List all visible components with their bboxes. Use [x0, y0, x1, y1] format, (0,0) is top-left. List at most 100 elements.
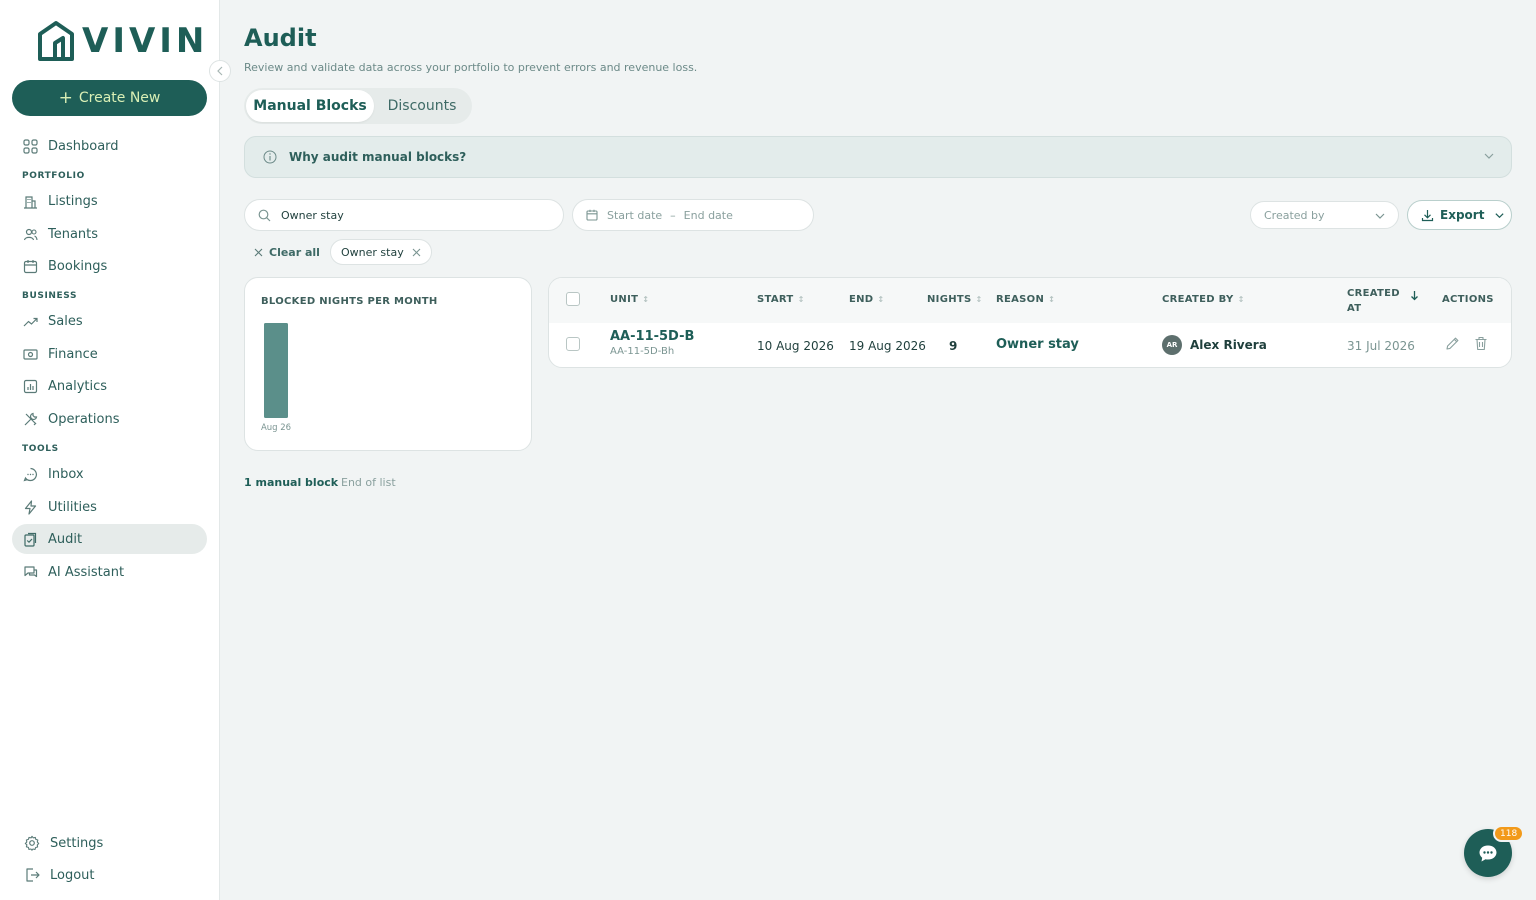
chart-tick-label: Aug 26 [261, 423, 291, 433]
column-end-label: END [849, 294, 874, 305]
sort-icon: ↕ [1048, 295, 1056, 304]
column-unit-label: UNIT [610, 294, 639, 305]
sidebar-item-analytics[interactable]: Analytics [12, 371, 207, 401]
sidebar-item-settings[interactable]: Settings [14, 828, 209, 858]
start-date-placeholder: Start date [607, 208, 663, 222]
sidebar-item-label: Utilities [48, 499, 97, 515]
created-by-placeholder: Created by [1264, 208, 1325, 222]
sort-icon: ↕ [797, 295, 805, 304]
sidebar-item-sales[interactable]: Sales [12, 306, 207, 336]
column-reason[interactable]: REASON ↕ [996, 294, 1055, 305]
trending-up-icon [22, 313, 38, 329]
house-logo-icon [38, 21, 74, 61]
section-business: BUSINESS [22, 291, 78, 301]
sidebar-item-label: Operations [48, 411, 120, 427]
logo[interactable]: VIVIN [36, 20, 208, 62]
column-nights-label: NIGHTS [927, 294, 972, 305]
logout-icon [24, 867, 40, 883]
created-by-select[interactable]: Created by [1250, 201, 1399, 229]
sidebar-item-inbox[interactable]: Inbox [12, 459, 207, 489]
reason-cell: Owner stay [996, 337, 1079, 352]
end-date-cell: 19 Aug 2026 [849, 339, 926, 353]
avatar: AR [1162, 335, 1182, 355]
date-range-picker[interactable]: Start date – End date [572, 199, 814, 231]
tab-discounts[interactable]: Discounts [374, 90, 470, 122]
sidebar-item-finance[interactable]: Finance [12, 339, 207, 369]
chart-bar[interactable] [264, 323, 288, 418]
sidebar-item-label: Bookings [48, 258, 108, 274]
unit-name[interactable]: AA-11-5D-B [610, 329, 694, 344]
export-button[interactable]: Export [1407, 200, 1512, 230]
column-nights[interactable]: NIGHTS ↕ [927, 294, 983, 305]
sort-icon: ↕ [1237, 295, 1245, 304]
row-checkbox[interactable] [566, 337, 580, 351]
sidebar-item-dashboard[interactable]: Dashboard [12, 131, 207, 161]
sidebar-item-label: Sales [48, 313, 83, 329]
sidebar-item-label: Listings [48, 193, 98, 209]
date-separator: – [670, 208, 676, 222]
sidebar: VIVIN + Create New Dashboard PORTFOLIO L… [0, 0, 220, 900]
create-new-button[interactable]: + Create New [12, 80, 207, 116]
column-actions: ACTIONS [1442, 294, 1494, 305]
column-start[interactable]: START ↕ [757, 294, 805, 305]
sidebar-item-label: Dashboard [48, 138, 119, 154]
sort-icon: ↕ [642, 295, 650, 304]
chat-bubble-icon [1479, 845, 1497, 861]
collapse-sidebar-button[interactable] [209, 60, 231, 82]
select-all-checkbox[interactable] [566, 292, 580, 306]
why-audit-accordion[interactable]: Why audit manual blocks? [244, 136, 1512, 178]
clear-all-filters-button[interactable]: Clear all [254, 244, 320, 260]
result-count: 1 manual block [244, 476, 339, 489]
chat-bubbles-icon [22, 564, 38, 580]
unit-cell[interactable]: AA-11-5D-B AA-11-5D-Bh [610, 329, 694, 357]
sidebar-item-listings[interactable]: Listings [12, 186, 207, 216]
sidebar-item-ai-assistant[interactable]: AI Assistant [12, 557, 207, 587]
building-icon [22, 193, 38, 209]
tab-manual-blocks[interactable]: Manual Blocks [246, 90, 374, 122]
sidebar-item-label: Audit [48, 531, 83, 547]
filter-chip[interactable]: Owner stay [330, 239, 432, 265]
download-icon [1421, 209, 1434, 221]
why-audit-text: Why audit manual blocks? [289, 150, 467, 164]
start-date-cell: 10 Aug 2026 [757, 339, 834, 353]
sidebar-item-operations[interactable]: Operations [12, 404, 207, 434]
column-created-by[interactable]: CREATED BY ↕ [1162, 294, 1245, 305]
chevron-left-icon [217, 66, 223, 76]
main-content: Audit Review and validate data across yo… [220, 0, 1536, 900]
dashboard-icon [22, 138, 38, 154]
column-created-at[interactable]: CREATED AT [1347, 286, 1419, 316]
edit-icon[interactable] [1445, 336, 1460, 351]
column-created-by-label: CREATED BY [1162, 294, 1234, 305]
logo-text: VIVIN [82, 21, 209, 61]
unread-badge: 118 [1493, 825, 1525, 842]
section-tools: TOOLS [22, 444, 59, 454]
sidebar-item-label: Settings [50, 835, 104, 851]
chevron-down-icon [1375, 213, 1385, 219]
blocked-nights-chart-card: BLOCKED NIGHTS PER MONTH Aug 26 [244, 277, 532, 451]
search-value: Owner stay [281, 208, 344, 222]
banknote-icon [22, 346, 38, 362]
sidebar-item-logout[interactable]: Logout [14, 860, 209, 890]
trash-icon[interactable] [1474, 336, 1488, 351]
sort-icon: ↕ [877, 295, 885, 304]
close-icon[interactable] [412, 248, 421, 257]
sidebar-item-label: AI Assistant [48, 564, 125, 580]
nights-cell: 9 [949, 339, 958, 353]
sidebar-item-tenants[interactable]: Tenants [12, 219, 207, 249]
plus-icon: + [58, 87, 73, 108]
creator-name: Alex Rivera [1190, 338, 1267, 352]
created-at-cell: 31 Jul 2026 [1347, 339, 1415, 353]
column-unit[interactable]: UNIT ↕ [610, 294, 649, 305]
end-of-list: End of list [341, 476, 396, 489]
sidebar-item-bookings[interactable]: Bookings [12, 251, 207, 281]
column-end[interactable]: END ↕ [849, 294, 884, 305]
manual-blocks-table: UNIT ↕ START ↕ END ↕ NIGHTS ↕ REASON ↕ CREATE… [548, 277, 1512, 368]
page-title: Audit [244, 24, 317, 52]
message-circle-icon [22, 466, 38, 482]
lightning-icon [22, 499, 38, 515]
column-created-at-line2: AT [1347, 303, 1362, 314]
export-label: Export [1440, 208, 1485, 222]
sidebar-item-utilities[interactable]: Utilities [12, 492, 207, 522]
search-input[interactable]: Owner stay [244, 199, 564, 231]
sidebar-item-audit[interactable]: Audit [12, 524, 207, 554]
